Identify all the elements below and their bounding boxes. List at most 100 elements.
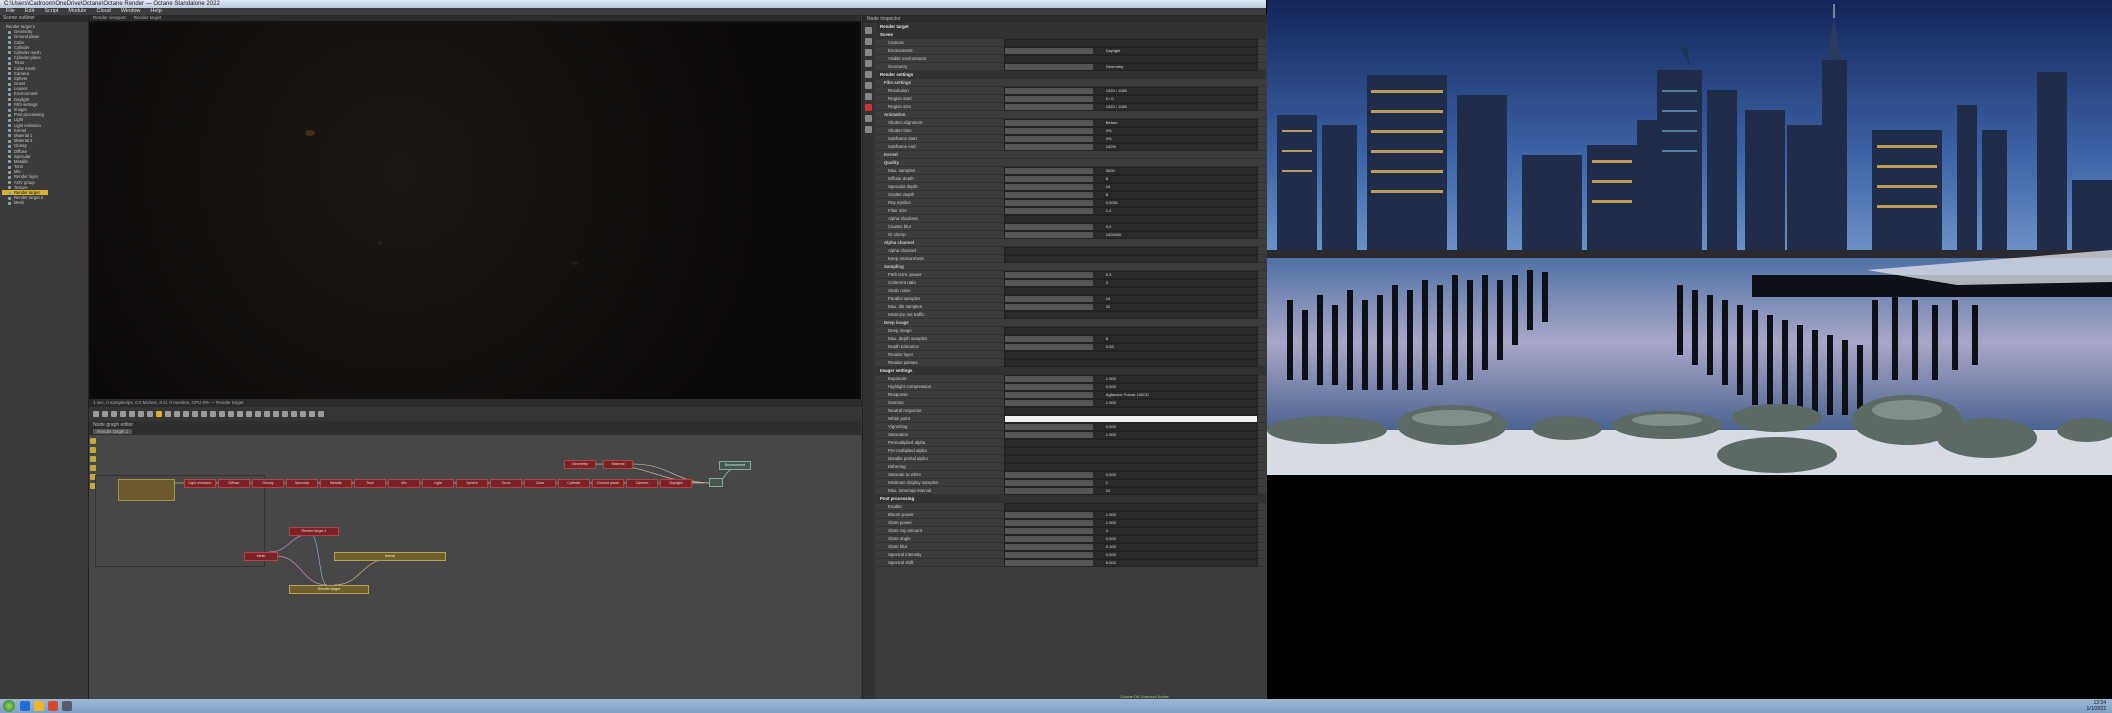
viewport-tool-icon[interactable] [219, 411, 225, 417]
viewport-tool-icon[interactable] [291, 411, 297, 417]
inspector-row-value[interactable]: 1.2 [1004, 206, 1258, 215]
inspector-row-value[interactable]: 0.05 [1004, 342, 1258, 351]
inspector-row-value[interactable]: Geometry [1004, 62, 1258, 71]
inspector-row-value[interactable] [1004, 438, 1258, 447]
graph-node[interactable]: Geometry [564, 460, 596, 469]
inspector-row-value[interactable]: 8 [1004, 334, 1258, 343]
menu-item[interactable]: Cloud [96, 8, 110, 15]
geometry-icon[interactable] [865, 82, 872, 89]
texture-icon[interactable] [865, 71, 872, 78]
inspector-row-value[interactable]: 1.000 [1004, 430, 1258, 439]
viewport-tab[interactable]: Render viewport [93, 15, 126, 21]
inspector-row-value[interactable]: 1 [1004, 478, 1258, 487]
render-icon[interactable] [865, 27, 872, 34]
settings-icon[interactable] [865, 93, 872, 100]
inspector-row-value[interactable]: 1920 / 1080 [1004, 102, 1258, 111]
inspector-row-value[interactable] [1004, 454, 1258, 463]
layer-icon[interactable] [865, 115, 872, 122]
graph-node[interactable]: Render target [289, 585, 369, 594]
viewport-tool-icon[interactable] [264, 411, 270, 417]
inspector-row-value[interactable]: 1.000 [1004, 374, 1258, 383]
inspector-row-value[interactable]: 4 [1004, 526, 1258, 535]
inspector-row-value[interactable]: 1.000 [1004, 518, 1258, 527]
inspector-row-value[interactable] [1004, 414, 1258, 423]
inspector-row-value[interactable]: 1.000 [1004, 510, 1258, 519]
inspector-row-value[interactable]: 10 [1004, 486, 1258, 495]
viewport-tab[interactable]: Render target [134, 15, 162, 21]
viewport-tool-icon[interactable] [129, 411, 135, 417]
viewport-tool-icon[interactable] [210, 411, 216, 417]
inspector-row-value[interactable]: 0.0001 [1004, 198, 1258, 207]
graph-node[interactable]: Toon [354, 479, 386, 488]
menu-item[interactable]: File [6, 8, 15, 15]
inspector-row-value[interactable]: 8 [1004, 174, 1258, 183]
inspector-row-value[interactable] [1004, 254, 1258, 263]
inspector-tab-label[interactable]: Node inspector [867, 16, 901, 22]
graph-node[interactable]: Light [422, 479, 454, 488]
viewport-tool-icon[interactable] [93, 411, 99, 417]
graph-node[interactable]: Kernel [334, 552, 446, 561]
inspector-row-value[interactable] [1004, 286, 1258, 295]
inspector-row-value[interactable]: 16 [1004, 294, 1258, 303]
render-canvas[interactable] [90, 23, 860, 399]
inspector-row-value[interactable] [1004, 214, 1258, 223]
inspector-row-value[interactable]: 0.000 [1004, 470, 1258, 479]
viewport-tool-icon[interactable] [156, 411, 162, 417]
inspector-row-value[interactable]: 0.0 [1004, 222, 1258, 231]
graph-node[interactable]: Sphere [456, 479, 488, 488]
viewport-tool-icon[interactable] [228, 411, 234, 417]
inspector-row-value[interactable]: 0.000 [1004, 422, 1258, 431]
viewport-tool-icon[interactable] [174, 411, 180, 417]
viewport-tool-icon[interactable] [201, 411, 207, 417]
inspector-row-value[interactable]: 1920 / 1080 [1004, 86, 1258, 95]
inspector-row-value[interactable]: 0.100 [1004, 542, 1258, 551]
viewport-tool-icon[interactable] [246, 411, 252, 417]
viewport-tool-icon[interactable] [183, 411, 189, 417]
inspector-row-value[interactable]: 16 [1004, 182, 1258, 191]
info-icon[interactable] [865, 126, 872, 133]
camera-icon[interactable] [865, 38, 872, 45]
graph-node[interactable]: Daylight [660, 479, 692, 488]
graph-node[interactable]: Environment [719, 461, 751, 470]
folder-icon[interactable] [34, 701, 44, 711]
viewport-tool-icon[interactable] [111, 411, 117, 417]
inspector-row-value[interactable]: 100% [1004, 142, 1258, 151]
graph-node[interactable]: Cube [524, 479, 556, 488]
start-button[interactable] [3, 700, 15, 712]
graph-node[interactable]: Glossy [252, 479, 284, 488]
inspector-row-value[interactable]: 0.000 [1004, 550, 1258, 559]
inspector-row-value[interactable] [1004, 446, 1258, 455]
menu-item[interactable]: Window [121, 8, 141, 15]
graph-node[interactable]: Metallic [320, 479, 352, 488]
graph-subtab[interactable]: Render target 1 [93, 429, 133, 434]
inspector-row-value[interactable]: 6.000 [1004, 558, 1258, 567]
graph-node[interactable]: Camera [626, 479, 658, 488]
inspector-row-value[interactable]: 8 [1004, 190, 1258, 199]
inspector-row-value[interactable]: 0.000 [1004, 534, 1258, 543]
inspector-row-value[interactable]: 1.000 [1004, 398, 1258, 407]
graph-node[interactable]: Specular [286, 479, 318, 488]
viewport-tool-icon[interactable] [318, 411, 324, 417]
viewport-tool-icon[interactable] [165, 411, 171, 417]
inspector-row-value[interactable]: 1000000 [1004, 230, 1258, 239]
light-icon[interactable] [865, 49, 872, 56]
outliner-tab[interactable]: Scene outliner [0, 15, 88, 22]
graph-node[interactable]: Render target 1 [289, 527, 339, 536]
inspector-row-value[interactable] [1004, 406, 1258, 415]
browser-icon[interactable] [20, 701, 30, 711]
inspector-row-value[interactable] [1004, 246, 1258, 255]
app-icon[interactable] [48, 701, 58, 711]
viewport-tool-icon[interactable] [300, 411, 306, 417]
graph-node[interactable]: Material [603, 460, 633, 469]
graph-tab[interactable]: Node graph editor [93, 422, 857, 428]
octane-icon[interactable] [62, 701, 72, 711]
inspector-row-value[interactable]: 0% [1004, 134, 1258, 143]
inspector-row-value[interactable] [1004, 350, 1258, 359]
viewport-tool-icon[interactable] [273, 411, 279, 417]
inspector-row-value[interactable] [1004, 502, 1258, 511]
graph-node[interactable]: Mix [388, 479, 420, 488]
viewport-tool-icon[interactable] [138, 411, 144, 417]
viewport-tool-icon[interactable] [120, 411, 126, 417]
inspector-row-value[interactable]: Agfacolor Futura 100CD [1004, 390, 1258, 399]
outliner-item[interactable]: Mesh [2, 200, 88, 205]
